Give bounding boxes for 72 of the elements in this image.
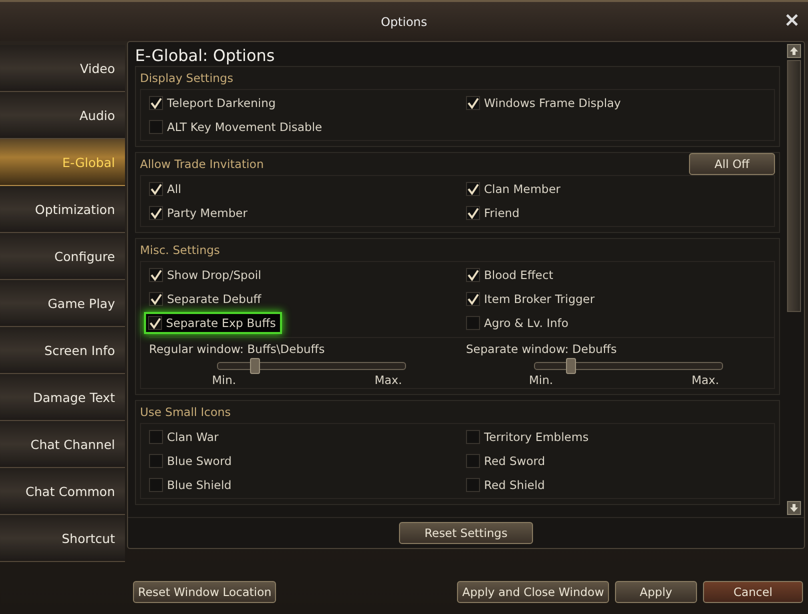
option-label: Clan Member	[484, 182, 561, 196]
checkbox[interactable]	[466, 96, 480, 110]
checkbox[interactable]	[466, 430, 480, 444]
scroll-thumb[interactable]	[787, 60, 801, 312]
checkbox[interactable]	[149, 292, 163, 306]
dialog-button[interactable]: Apply and Close Window	[457, 581, 609, 603]
option-label: Territory Emblems	[484, 430, 589, 444]
checkbox[interactable]	[149, 182, 163, 196]
slider-thumb[interactable]	[250, 358, 260, 374]
checkbox[interactable]	[149, 120, 163, 134]
option-label: Red Sword	[484, 454, 546, 468]
option-label: Red Shield	[484, 478, 545, 492]
slider-label: Regular window: Buffs\Debuffs	[149, 342, 326, 356]
option-label: Blood Effect	[484, 268, 554, 282]
option-label: Item Broker Trigger	[484, 292, 595, 306]
option-label: Show Drop/Spoil	[167, 268, 262, 282]
checkbox[interactable]	[466, 478, 480, 492]
option-label: Separate Exp Buffs	[166, 316, 276, 330]
checkbox[interactable]	[149, 268, 163, 282]
checkbox[interactable]	[466, 316, 480, 330]
close-icon[interactable]	[786, 14, 798, 26]
option-label: Friend	[484, 206, 520, 220]
sidebar-tab[interactable]: Chat Channel	[0, 421, 125, 468]
checkbox[interactable]	[466, 206, 480, 220]
sidebar-tab[interactable]: Video	[0, 45, 125, 92]
option-label: Clan War	[167, 430, 219, 444]
slider-thumb[interactable]	[566, 358, 576, 374]
option-label: ALT Key Movement Disable	[167, 120, 322, 134]
option-label: Agro & Lv. Info	[484, 316, 568, 330]
checkbox[interactable]	[149, 96, 163, 110]
sidebar-tab[interactable]: Screen Info	[0, 327, 125, 374]
dialog-button[interactable]: Reset Window Location	[133, 581, 276, 603]
checkbox[interactable]	[466, 292, 480, 306]
option-label: Separate Debuff	[167, 292, 262, 306]
section-title: Misc. Settings	[140, 242, 220, 256]
all-off-button[interactable]: All Off	[689, 152, 775, 174]
checkbox[interactable]	[466, 182, 480, 196]
min-label: Min.	[529, 373, 554, 387]
reset-settings-button[interactable]: Reset Settings	[399, 522, 533, 544]
sidebar-tab[interactable]: Chat Common	[0, 468, 125, 515]
dialog-button[interactable]: Cancel	[703, 581, 803, 603]
sidebar-tab[interactable]: Game Play	[0, 280, 125, 327]
section-title: Allow Trade Invitation	[140, 156, 264, 170]
section-title: Use Small Icons	[140, 404, 231, 418]
checkbox[interactable]	[149, 454, 163, 468]
scroll-down-icon[interactable]	[787, 501, 801, 515]
max-label: Max.	[692, 373, 719, 387]
slider-label: Separate window: Debuffs	[466, 342, 618, 356]
scroll-up-icon[interactable]	[787, 44, 801, 58]
option-label: Blue Shield	[167, 478, 232, 492]
sidebar-tab[interactable]: Configure	[0, 233, 125, 280]
scrollbar[interactable]	[786, 42, 804, 517]
window-title: Options	[380, 14, 428, 28]
panel-title: E-Global: Options	[135, 46, 276, 65]
sidebar-tab[interactable]: Audio	[0, 92, 125, 139]
option-label: Party Member	[167, 206, 248, 220]
checkbox[interactable]	[149, 478, 163, 492]
checkbox[interactable]	[466, 454, 480, 468]
option-label: All	[167, 182, 182, 196]
max-label: Max.	[374, 373, 402, 387]
checkbox[interactable]	[149, 206, 163, 220]
section-title: Display Settings	[140, 70, 234, 84]
checkbox[interactable]	[148, 316, 162, 330]
option-label: Windows Frame Display	[484, 96, 621, 110]
checkbox[interactable]	[149, 430, 163, 444]
dialog-button[interactable]: Apply	[615, 581, 697, 603]
sidebar-tab[interactable]: Damage Text	[0, 374, 125, 421]
option-label: Blue Sword	[167, 454, 232, 468]
option-label: Teleport Darkening	[167, 96, 276, 110]
checkbox[interactable]	[466, 268, 480, 282]
min-label: Min.	[212, 373, 236, 387]
sidebar-tab[interactable]: Shortcut	[0, 515, 125, 562]
